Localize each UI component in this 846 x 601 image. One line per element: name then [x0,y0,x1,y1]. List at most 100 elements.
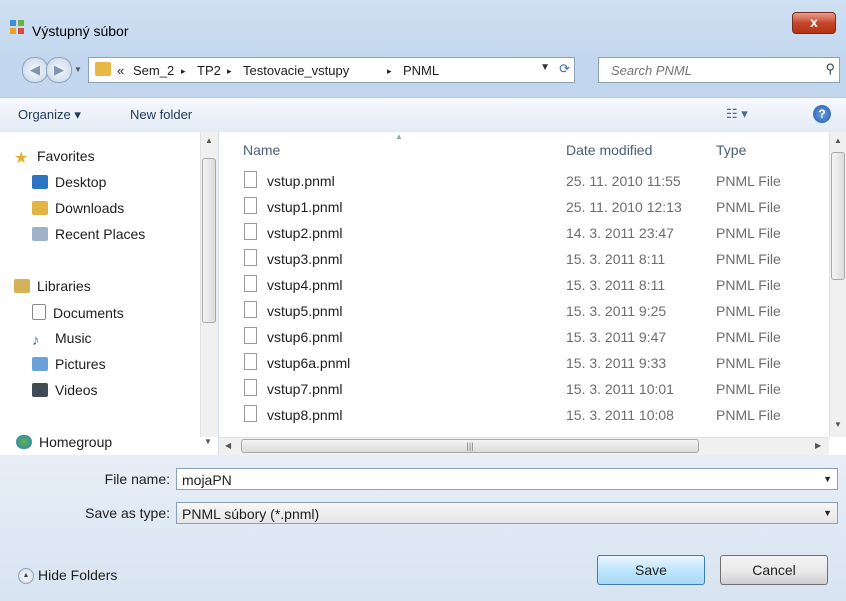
scroll-left-icon[interactable]: ◀ [225,441,231,450]
search-box[interactable]: ⚲ [598,57,840,83]
recent-pages-dropdown-icon[interactable]: ▼ [74,65,82,74]
nav-downloads-label: Downloads [55,200,125,216]
type-cell: PNML File [716,277,781,293]
date-modified-cell: 25. 11. 2010 11:55 [566,173,681,189]
star-icon: ★ [14,150,29,167]
pictures-icon [32,357,48,371]
help-icon[interactable]: ? [813,105,831,123]
address-dropdown-icon[interactable]: ▼ [540,62,550,73]
nav-favorites-label: Favorites [37,148,95,164]
file-icon [244,223,257,240]
nav-desktop[interactable]: Desktop [32,174,106,196]
chevron-down-icon[interactable]: ▼ [823,474,832,484]
column-header-type[interactable]: Type [716,142,746,158]
date-modified-cell: 15. 3. 2011 9:47 [566,329,667,345]
file-name-cell: vstup6.pnml [267,329,343,345]
folder-icon [95,62,111,76]
save-dialog: Výstupný súbor x ◀ ▶ ▼ « Sem_2 ▸ TP2 ▸ T… [0,0,846,601]
type-cell: PNML File [716,355,781,371]
horizontal-scrollbar-thumb[interactable]: ||| [241,439,699,453]
scroll-down-icon[interactable]: ▼ [204,437,212,446]
window-title: Výstupný súbor [32,23,129,39]
forward-button[interactable]: ▶ [46,57,72,83]
breadcrumb-testovacie-vstupy[interactable]: Testovacie_vstupy [243,63,349,78]
file-row[interactable]: vstup8.pnml 15. 3. 2011 10:08 PNML File [244,402,814,428]
save-button[interactable]: Save [597,555,705,585]
file-row[interactable]: vstup3.pnml 15. 3. 2011 8:11 PNML File [244,246,814,272]
nav-homegroup[interactable]: Homegroup [16,434,112,456]
organize-button[interactable]: Organize ▾ [18,107,81,123]
file-name-label: File name: [104,471,170,487]
breadcrumb-tp2[interactable]: TP2 [197,63,221,78]
address-row: ◀ ▶ ▼ « Sem_2 ▸ TP2 ▸ Testovacie_vstupy … [0,52,846,86]
type-cell: PNML File [716,407,781,423]
column-header-name[interactable]: Name [243,142,280,158]
nav-pictures[interactable]: Pictures [32,356,106,378]
nav-scrollbar-thumb[interactable] [202,158,216,323]
file-row[interactable]: vstup.pnml 25. 11. 2010 11:55 PNML File [244,168,814,194]
file-name-value[interactable]: mojaPN [182,472,232,488]
type-cell: PNML File [716,173,781,189]
back-button[interactable]: ◀ [22,57,48,83]
chevron-down-icon[interactable]: ▼ [823,508,832,518]
file-scrollbar-thumb[interactable] [831,152,845,280]
save-as-type-value[interactable]: PNML súbory (*.pnml) [182,506,319,522]
file-name-cell: vstup7.pnml [267,381,343,397]
file-row[interactable]: vstup4.pnml 15. 3. 2011 8:11 PNML File [244,272,814,298]
address-bar[interactable]: « Sem_2 ▸ TP2 ▸ Testovacie_vstupy ▸ PNML… [88,57,575,83]
breadcrumb-overflow[interactable]: « [117,63,124,78]
change-view-icon[interactable]: ☷ ▾ [726,106,748,122]
app-icon [10,20,24,34]
command-bar: Organize ▾ New folder ☷ ▾ ? [0,97,846,133]
nav-favorites[interactable]: ★ Favorites [14,148,95,170]
date-modified-cell: 15. 3. 2011 8:11 [566,277,666,293]
file-horizontal-scrollbar[interactable]: ◀ ||| ▶ [219,437,829,455]
file-row[interactable]: vstup1.pnml 25. 11. 2010 12:13 PNML File [244,194,814,220]
scroll-up-icon[interactable]: ▲ [205,136,213,145]
breadcrumb-sem2[interactable]: Sem_2 [133,63,174,78]
file-row[interactable]: vstup2.pnml 14. 3. 2011 23:47 PNML File [244,220,814,246]
file-row[interactable]: vstup6a.pnml 15. 3. 2011 9:33 PNML File [244,350,814,376]
nav-recent-places[interactable]: Recent Places [32,226,145,248]
search-input[interactable] [609,62,813,79]
breadcrumb-separator[interactable]: ▸ [227,66,232,77]
nav-videos[interactable]: Videos [32,382,98,404]
file-name-cell: vstup3.pnml [267,251,343,267]
nav-vertical-scrollbar[interactable]: ▲ [200,132,218,437]
file-icon [244,353,257,370]
refresh-icon[interactable]: ⟳ [559,61,570,77]
file-name-cell: vstup4.pnml [267,277,343,293]
file-name-cell: vstup5.pnml [267,303,343,319]
breadcrumb-separator[interactable]: ▸ [181,66,186,77]
breadcrumb-separator[interactable]: ▸ [387,66,392,77]
scroll-right-icon[interactable]: ▶ [815,441,821,450]
scroll-down-icon[interactable]: ▼ [834,420,842,429]
new-folder-button[interactable]: New folder [130,107,192,122]
breadcrumb-pnml[interactable]: PNML [403,63,439,78]
column-header-date[interactable]: Date modified [566,142,652,158]
type-cell: PNML File [716,329,781,345]
libraries-icon [14,279,30,293]
nav-documents[interactable]: Documents [32,304,124,326]
navigation-pane: ★ Favorites Desktop Downloads Recent Plac… [0,132,219,455]
nav-downloads[interactable]: Downloads [32,200,124,222]
file-vertical-scrollbar[interactable]: ▲ ▼ [829,132,846,437]
file-name-field[interactable]: mojaPN ▼ [176,468,838,490]
type-cell: PNML File [716,381,781,397]
scroll-up-icon[interactable]: ▲ [834,136,842,145]
date-modified-cell: 14. 3. 2011 23:47 [566,225,674,241]
browser-area: ★ Favorites Desktop Downloads Recent Plac… [0,132,846,455]
nav-libraries[interactable]: Libraries [14,278,91,300]
file-row[interactable]: vstup7.pnml 15. 3. 2011 10:01 PNML File [244,376,814,402]
nav-music[interactable]: ♪ Music [32,330,92,352]
file-row[interactable]: vstup5.pnml 15. 3. 2011 9:25 PNML File [244,298,814,324]
save-as-type-select[interactable]: PNML súbory (*.pnml) ▼ [176,502,838,524]
hide-folders-button[interactable]: Hide Folders [38,567,117,583]
hide-folders-icon[interactable]: ▲ [18,568,34,584]
cancel-button[interactable]: Cancel [720,555,828,585]
search-icon[interactable]: ⚲ [825,61,835,77]
file-icon [244,405,257,422]
type-cell: PNML File [716,251,781,267]
close-button[interactable]: x [792,12,836,34]
file-row[interactable]: vstup6.pnml 15. 3. 2011 9:47 PNML File [244,324,814,350]
